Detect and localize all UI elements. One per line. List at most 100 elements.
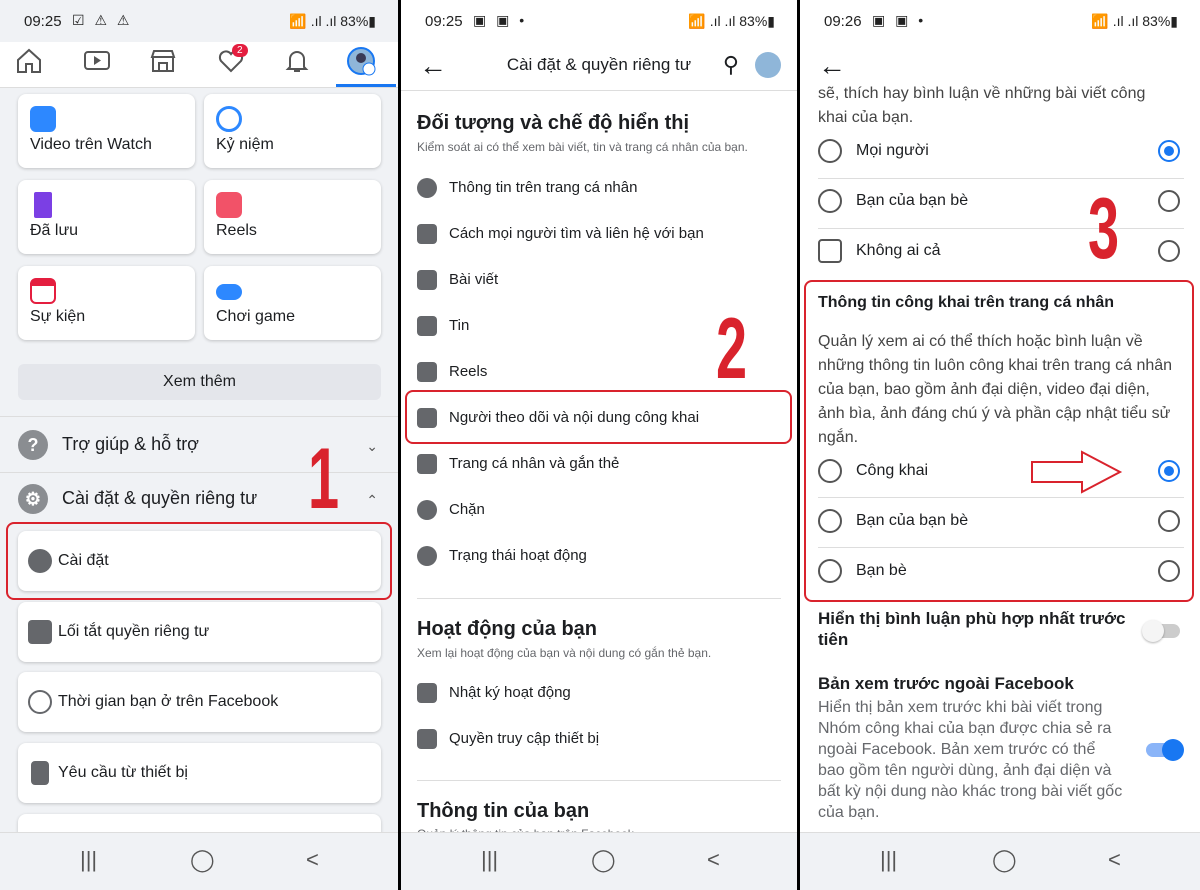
step-number: 1 <box>308 431 340 527</box>
shortcut-events[interactable]: Sự kiện <box>18 266 195 340</box>
option-friends[interactable]: Bạn bè <box>818 548 1184 596</box>
row-label: Quyền truy cập thiết bị <box>449 729 600 747</box>
status-time: 09:25 <box>425 13 463 30</box>
clock-icon <box>216 106 242 132</box>
step-number: 2 <box>716 301 748 397</box>
radio-unselected[interactable] <box>1158 510 1180 532</box>
home-icon[interactable] <box>14 46 54 82</box>
radio-unselected[interactable] <box>1158 560 1180 582</box>
option-public[interactable]: Công khai <box>818 448 1184 496</box>
recent-apps-icon[interactable]: ||| <box>481 847 498 873</box>
toggle-title: Bản xem trước ngoài Facebook <box>818 674 1074 693</box>
search-icon[interactable]: ⚲ <box>723 52 739 78</box>
home-button-icon[interactable]: ◯ <box>992 847 1017 873</box>
status-icons: ▣ ▣ • <box>473 12 528 28</box>
back-arrow-icon[interactable]: ← <box>818 50 846 82</box>
radio-unselected[interactable] <box>1158 190 1180 212</box>
option-everyone[interactable]: Mọi người <box>818 128 1184 176</box>
recent-apps-icon[interactable]: ||| <box>80 847 97 873</box>
section-title: Đối tượng và chế độ hiển thị <box>417 112 690 134</box>
status-icons: ☑ ⚠ ⚠ <box>72 12 133 28</box>
step-number: 3 <box>1088 181 1120 277</box>
row-label: Tin <box>449 316 470 334</box>
device-icon <box>417 729 437 749</box>
status-time: 09:26 <box>824 13 862 30</box>
android-nav-bar: ||| ◯ < <box>800 832 1200 890</box>
avatar[interactable] <box>755 52 781 78</box>
shortcut-saved[interactable]: Đã lưu <box>18 180 195 254</box>
section-title: Thông tin của bạn <box>417 800 590 822</box>
card-label: Video trên Watch <box>30 136 152 153</box>
friends-icon <box>818 559 842 583</box>
shortcut-gaming[interactable]: Chơi game <box>204 266 381 340</box>
profile-menu-icon[interactable] <box>346 46 386 82</box>
status-right: 📶 .ıl .ıl 83%▮ <box>1091 13 1178 29</box>
settings-label: Cài đặt & quyền riêng tư <box>62 487 258 508</box>
phone-icon <box>31 761 49 785</box>
option-no-one[interactable]: Không ai cả <box>818 228 1184 276</box>
see-more-button[interactable]: Xem thêm <box>18 364 381 400</box>
marketplace-icon[interactable] <box>148 46 188 82</box>
option-label: Mọi người <box>856 142 929 159</box>
divider <box>401 90 797 91</box>
lock-icon <box>28 620 52 644</box>
settings-row[interactable]: Bài viết <box>417 270 498 290</box>
dating-icon[interactable]: 2 <box>216 44 256 82</box>
section-subtitle: Kiểm soát ai có thể xem bài viết, tin và… <box>417 140 748 154</box>
radio-selected[interactable] <box>1158 460 1180 482</box>
settings-row[interactable]: Thông tin trên trang cá nhân <box>417 178 637 198</box>
watch-icon[interactable] <box>82 46 122 82</box>
bookmark-icon <box>34 192 52 218</box>
device-requests-item[interactable]: Yêu cầu từ thiết bị <box>18 743 381 803</box>
shortcut-memories[interactable]: Kỷ niệm <box>204 94 381 168</box>
clock-icon <box>28 690 52 714</box>
option-friends-of-friends[interactable]: Bạn của bạn bè <box>818 498 1184 546</box>
help-section[interactable]: ? Trợ giúp & hỗ trợ <box>18 430 199 460</box>
settings-row[interactable]: Nhật ký hoạt động <box>417 683 571 703</box>
option-friends-of-friends[interactable]: Bạn của bạn bè <box>818 178 1184 226</box>
back-button-icon[interactable]: < <box>306 847 319 873</box>
settings-row[interactable]: Tin <box>417 316 469 336</box>
privacy-shortcuts-item[interactable]: Lối tắt quyền riêng tư <box>18 602 381 662</box>
row-label: Trang cá nhân và gắn thẻ <box>449 454 620 472</box>
settings-row[interactable]: Cách mọi người tìm và liên hệ với bạn <box>417 224 704 244</box>
notification-badge: 2 <box>232 44 248 57</box>
chevron-down-icon[interactable]: ⌄ <box>366 438 378 455</box>
status-bar: 09:26 ▣ ▣ • 📶 .ıl .ıl 83%▮ <box>800 0 1200 42</box>
best-comments-toggle[interactable] <box>1142 620 1180 642</box>
section-title: Hoạt động của bạn <box>417 618 597 640</box>
section-description: Quản lý xem ai có thể thích hoặc bình lu… <box>818 333 1173 446</box>
external-preview-toggle[interactable] <box>1146 739 1184 761</box>
radio-unselected[interactable] <box>1158 240 1180 262</box>
gamepad-icon <box>216 284 242 300</box>
chevron-up-icon[interactable]: ⌃ <box>366 492 378 509</box>
status-bar: 09:25 ☑ ⚠ ⚠ 📶 .ıl .ıl 83%▮ <box>0 0 398 42</box>
radio-selected[interactable] <box>1158 140 1180 162</box>
arrow-right-icon <box>1031 450 1123 494</box>
card-label: Chơi game <box>216 308 295 325</box>
settings-section[interactable]: ⚙ Cài đặt & quyền riêng tư <box>18 484 257 514</box>
row-label: Chặn <box>449 500 485 518</box>
video-icon <box>30 106 56 132</box>
tag-icon <box>417 454 437 474</box>
shortcut-reels[interactable]: Reels <box>204 180 381 254</box>
back-button-icon[interactable]: < <box>1108 847 1121 873</box>
lock-icon <box>818 239 842 263</box>
active-status-icon <box>417 546 437 566</box>
settings-row[interactable]: Trang cá nhân và gắn thẻ <box>417 454 619 474</box>
option-label: Bạn của bạn bè <box>856 512 969 529</box>
back-button-icon[interactable]: < <box>707 847 720 873</box>
home-button-icon[interactable]: ◯ <box>190 847 215 873</box>
recent-apps-icon[interactable]: ||| <box>880 847 897 873</box>
reels-icon <box>216 192 242 218</box>
time-on-facebook-item[interactable]: Thời gian bạn ở trên Facebook <box>18 672 381 732</box>
shortcut-watch[interactable]: Video trên Watch <box>18 94 195 168</box>
list-icon <box>417 683 437 703</box>
settings-row[interactable]: Chặn <box>417 500 485 520</box>
home-button-icon[interactable]: ◯ <box>591 847 616 873</box>
settings-row[interactable]: Reels <box>417 362 487 382</box>
settings-row[interactable]: Trạng thái hoạt động <box>417 546 587 566</box>
android-nav-bar: ||| ◯ < <box>0 832 398 890</box>
settings-row[interactable]: Quyền truy cập thiết bị <box>417 729 599 749</box>
bell-icon[interactable] <box>282 46 322 82</box>
